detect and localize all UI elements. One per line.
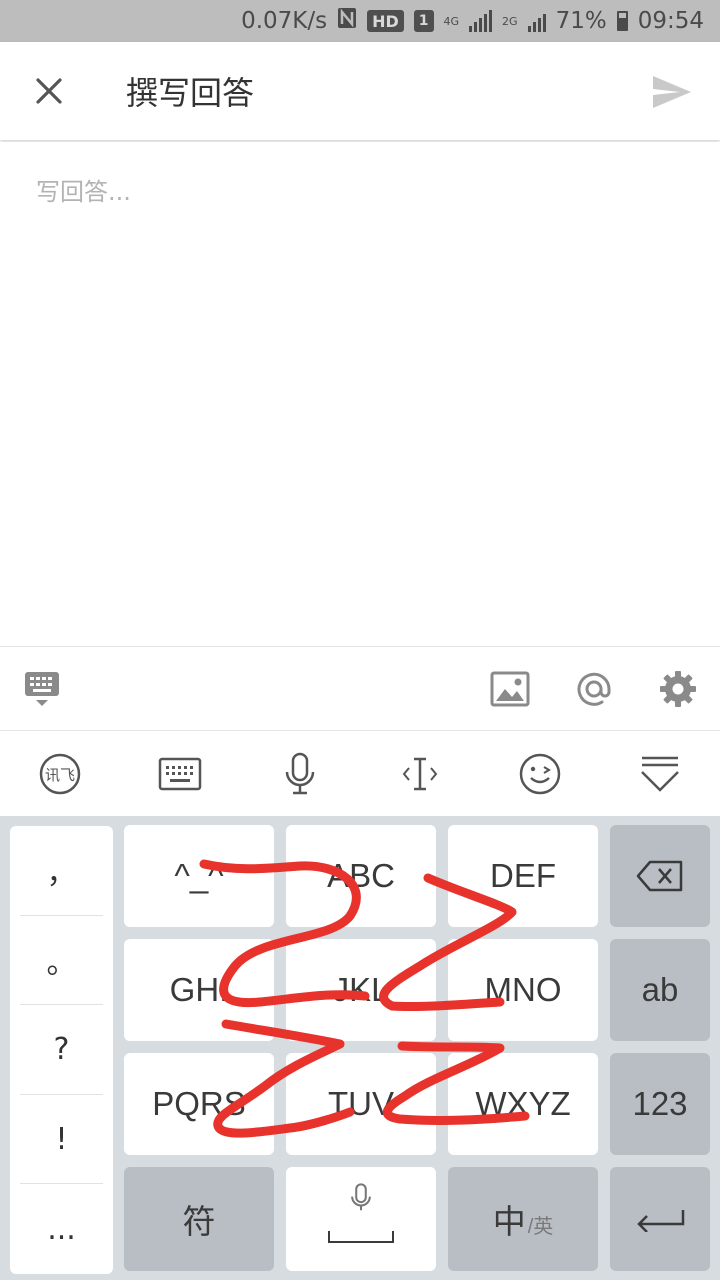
backspace-key[interactable] xyxy=(610,825,710,927)
symbol-key-period[interactable]: 。 xyxy=(20,916,103,1006)
key-jkl[interactable]: JKL xyxy=(286,939,436,1041)
keyboard-layout-button[interactable] xyxy=(156,750,204,798)
key-ghi[interactable]: GHI xyxy=(124,939,274,1041)
settings-button[interactable] xyxy=(654,665,702,713)
battery-percent: 71% xyxy=(555,8,607,34)
gear-icon xyxy=(660,671,696,707)
answer-input[interactable] xyxy=(0,142,720,646)
enter-icon xyxy=(637,1210,685,1232)
keyboard-icon xyxy=(158,757,202,791)
symbol-key-comma[interactable]: ， xyxy=(20,826,103,916)
ime-logo-icon: 讯飞 xyxy=(39,753,81,795)
language-main-label: 中 xyxy=(492,1203,526,1240)
collapse-keyboard-button[interactable] xyxy=(636,750,684,798)
key-letter-mode[interactable]: ab xyxy=(610,939,710,1041)
symbol-key-ellipsis[interactable]: ... xyxy=(20,1184,103,1274)
microphone-icon xyxy=(285,752,315,795)
key-abc[interactable]: ABC xyxy=(286,825,436,927)
mention-button[interactable] xyxy=(570,665,618,713)
emoji-icon xyxy=(519,753,561,795)
network-2g-label: 2G xyxy=(502,14,518,28)
image-icon xyxy=(490,671,530,707)
editor-toolbar xyxy=(0,646,720,730)
page-title: 撰写回答 xyxy=(126,74,255,112)
symbol-column[interactable]: ， 。 ? ! ... xyxy=(10,826,113,1274)
collapse-icon xyxy=(641,756,679,792)
battery-icon xyxy=(616,11,628,31)
signal-4g-icon xyxy=(469,10,493,32)
key-number-mode[interactable]: 123 xyxy=(610,1053,710,1155)
voice-input-button[interactable] xyxy=(276,750,324,798)
svg-text:讯飞: 讯飞 xyxy=(45,766,75,784)
status-bar: 0.07K/s HD 1 4G 2G 71% 09:54 xyxy=(0,0,720,42)
backspace-icon xyxy=(636,860,683,892)
sim-slot-badge: 1 xyxy=(413,10,434,32)
symbol-key-exclamation[interactable]: ! xyxy=(20,1095,103,1185)
key-symbols[interactable]: 符 xyxy=(124,1167,274,1271)
key-def[interactable]: DEF xyxy=(448,825,598,927)
hide-keyboard-button[interactable] xyxy=(18,665,66,713)
signal-2g-icon xyxy=(527,10,546,32)
key-wxyz[interactable]: WXYZ xyxy=(448,1053,598,1155)
t9-keyboard: ， 。 ? ! ... ^_^ ABC DEF GHI JKL MNO ab P… xyxy=(0,816,720,1280)
hd-badge: HD xyxy=(367,10,404,32)
space-bar-icon xyxy=(328,1231,394,1243)
key-mno[interactable]: MNO xyxy=(448,939,598,1041)
ime-logo-button[interactable]: 讯飞 xyxy=(36,750,84,798)
app-bar: 撰写回答 xyxy=(0,42,720,140)
network-speed: 0.07K/s xyxy=(241,8,328,34)
symbol-key-question[interactable]: ? xyxy=(20,1005,103,1095)
close-button[interactable] xyxy=(24,66,74,116)
send-icon xyxy=(653,76,691,108)
emoji-button[interactable] xyxy=(516,750,564,798)
ime-toolbar: 讯飞 xyxy=(0,730,720,816)
space-microphone-icon xyxy=(351,1183,371,1211)
keyboard-hide-icon xyxy=(25,672,59,706)
nfc-icon xyxy=(337,7,357,35)
language-sub-label: /英 xyxy=(527,1215,554,1238)
close-icon xyxy=(36,78,62,104)
cursor-move-button[interactable] xyxy=(396,750,444,798)
send-button[interactable] xyxy=(646,66,698,118)
language-switch-key[interactable]: 中 /英 xyxy=(448,1167,598,1271)
key-emoticon[interactable]: ^_^ xyxy=(124,825,274,927)
key-pqrs[interactable]: PQRS xyxy=(124,1053,274,1155)
key-tuv[interactable]: TUV xyxy=(286,1053,436,1155)
space-key[interactable] xyxy=(286,1167,436,1271)
network-4g-label: 4G xyxy=(443,14,460,28)
at-sign-icon xyxy=(577,672,611,706)
enter-key[interactable] xyxy=(610,1167,710,1271)
text-cursor-icon xyxy=(402,757,438,791)
clock: 09:54 xyxy=(637,8,704,34)
insert-image-button[interactable] xyxy=(486,665,534,713)
